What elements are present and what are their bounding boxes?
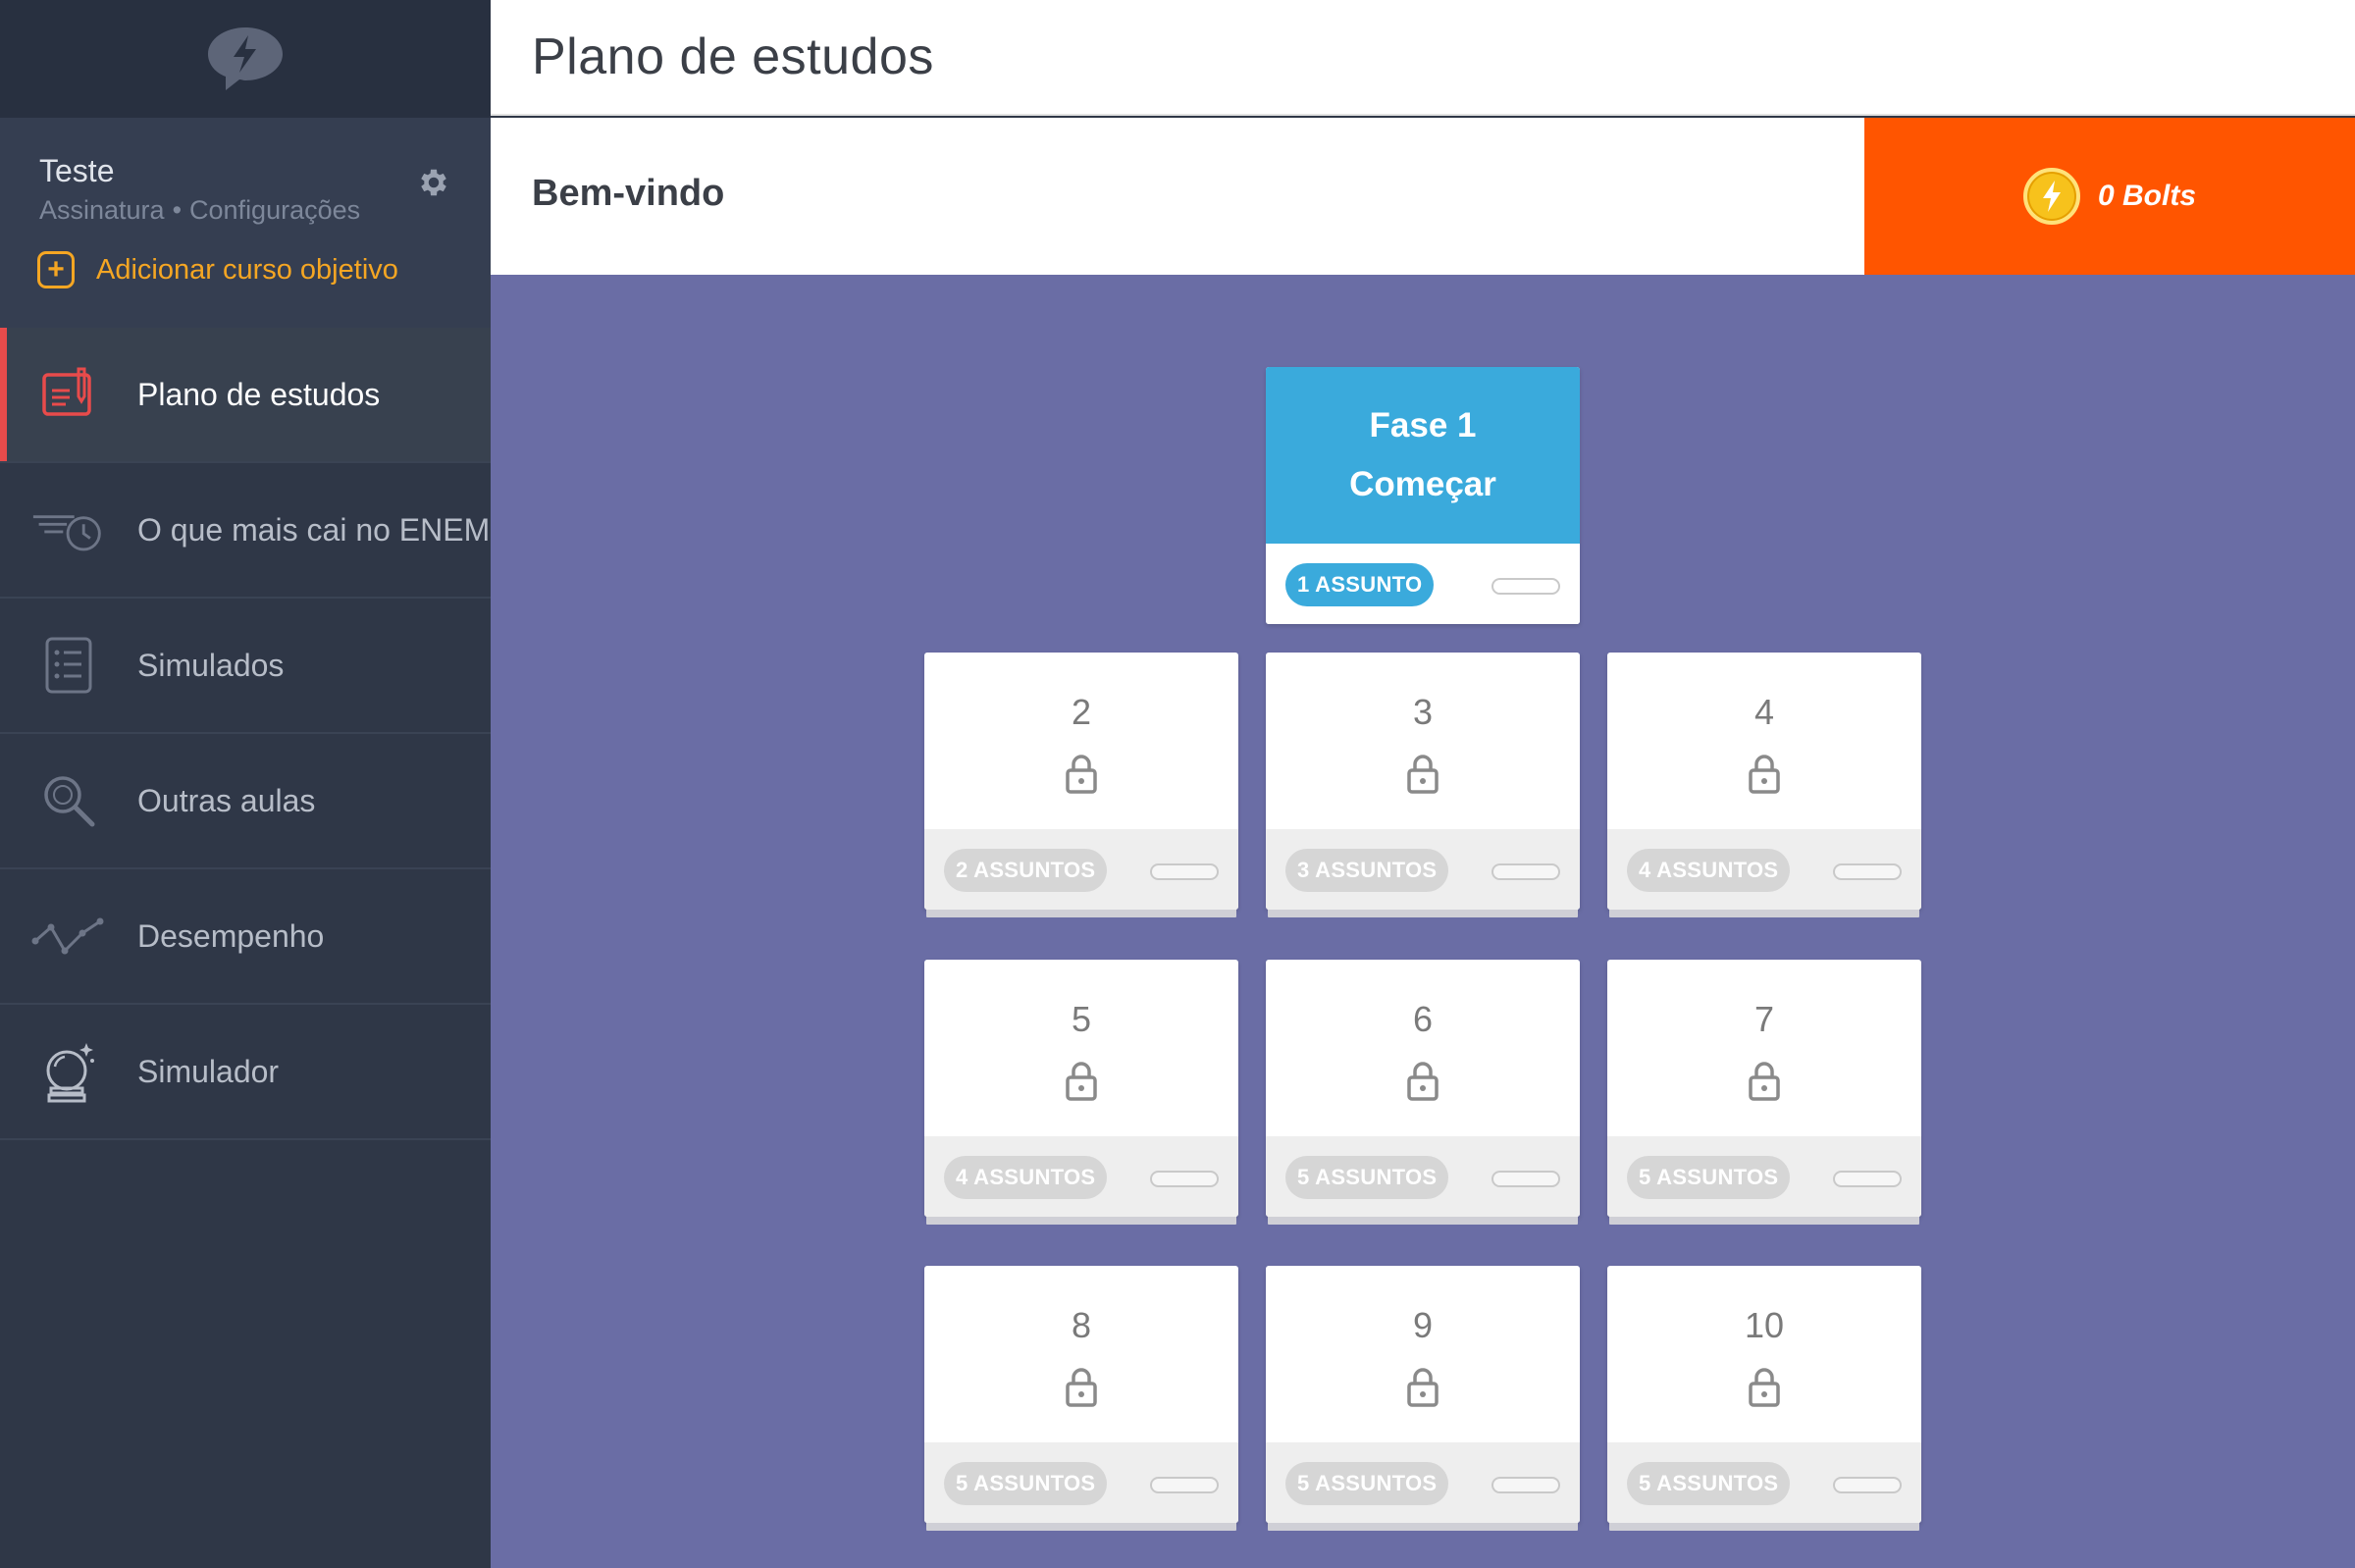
- add-course-label: Adicionar curso objetivo: [96, 253, 398, 286]
- lock-icon: [1407, 755, 1439, 794]
- phase-number: 6: [1412, 999, 1434, 1039]
- plus-icon: +: [37, 251, 75, 288]
- line-graph-icon: [31, 902, 106, 970]
- lock-icon: [1407, 1368, 1439, 1407]
- nav-label: Simulador: [137, 1054, 280, 1089]
- subjects-badge: 5 ASSUNTOS: [1285, 1156, 1449, 1199]
- progress-bar: [1492, 1171, 1560, 1187]
- subjects-badge: 5 ASSUNTOS: [944, 1462, 1108, 1505]
- gear-icon[interactable]: [416, 165, 451, 200]
- subjects-badge: 4 ASSUNTOS: [944, 1156, 1108, 1199]
- study-plan-board: Fase 1 Começar 1 ASSUNTO 2 2 ASSUNTOS 3 …: [491, 275, 2355, 1568]
- add-course-button[interactable]: + Adicionar curso objetivo: [37, 251, 398, 288]
- sidebar: Teste Assinatura • Configurações + Adicion…: [0, 0, 491, 1568]
- phase-card-9[interactable]: 9 5 ASSUNTOS: [1266, 1266, 1580, 1523]
- lock-icon: [1407, 1062, 1439, 1101]
- lock-icon: [1066, 1062, 1097, 1101]
- nav-label: Plano de estudos: [137, 377, 381, 412]
- phase-card-8[interactable]: 8 5 ASSUNTOS: [924, 1266, 1238, 1523]
- phase-card-7[interactable]: 7 5 ASSUNTOS: [1607, 960, 1921, 1217]
- subjects-badge: 3 ASSUNTOS: [1285, 849, 1449, 892]
- subjects-badge: 5 ASSUNTOS: [1627, 1462, 1791, 1505]
- nav-label: Desempenho: [137, 918, 325, 954]
- lock-icon: [1749, 1368, 1780, 1407]
- user-panel: Teste Assinatura • Configurações + Adicion…: [0, 118, 491, 328]
- nav-item-enem-topics[interactable]: O que mais cai no ENEM: [0, 463, 491, 599]
- nav-item-study-plan[interactable]: Plano de estudos: [0, 328, 491, 463]
- nav-item-other-classes[interactable]: Outras aulas: [0, 734, 491, 869]
- lock-icon: [1749, 1062, 1780, 1101]
- nav-label: O que mais cai no ENEM: [137, 512, 491, 548]
- subjects-badge: 5 ASSUNTOS: [1285, 1462, 1449, 1505]
- phase-number: 4: [1753, 692, 1775, 732]
- progress-bar: [1833, 863, 1902, 880]
- phase-card-5[interactable]: 5 4 ASSUNTOS: [924, 960, 1238, 1217]
- checklist-icon: [31, 631, 106, 700]
- page-title: Plano de estudos: [532, 28, 934, 85]
- phase-card-6[interactable]: 6 5 ASSUNTOS: [1266, 960, 1580, 1217]
- phase-number: 7: [1753, 999, 1775, 1039]
- crystal-ball-icon: [31, 1037, 106, 1106]
- phase-card-4[interactable]: 4 4 ASSUNTOS: [1607, 653, 1921, 910]
- phase-header: Fase 1 Começar: [1266, 367, 1580, 544]
- link-separator: •: [172, 195, 183, 225]
- phase-card-2[interactable]: 2 2 ASSUNTOS: [924, 653, 1238, 910]
- subjects-badge: 2 ASSUNTOS: [944, 849, 1108, 892]
- progress-bar: [1833, 1171, 1902, 1187]
- phase-number: 8: [1071, 1305, 1092, 1345]
- nav-label: Simulados: [137, 648, 285, 683]
- progress-bar: [1150, 1477, 1219, 1493]
- bolts-counter[interactable]: 0 Bolts: [1864, 118, 2355, 275]
- progress-bar: [1150, 863, 1219, 880]
- nav-item-performance[interactable]: Desempenho: [0, 869, 491, 1005]
- progress-bar: [1492, 578, 1560, 595]
- welcome-bar: Bem-vindo: [491, 118, 1864, 275]
- settings-link[interactable]: Configurações: [189, 195, 360, 225]
- phase-number: 3: [1412, 692, 1434, 732]
- study-plan-icon: [31, 360, 106, 429]
- nav-label: Outras aulas: [137, 783, 316, 818]
- progress-bar: [1150, 1171, 1219, 1187]
- progress-bar: [1492, 1477, 1560, 1493]
- lock-icon: [1066, 755, 1097, 794]
- app-logo-icon[interactable]: [203, 24, 288, 94]
- phase-footer: 1 ASSUNTO: [1266, 544, 1580, 624]
- sidebar-logo-area: [0, 0, 491, 118]
- start-label: Começar: [1349, 465, 1496, 503]
- phase-title: Fase 1: [1369, 406, 1477, 444]
- speed-clock-icon: [31, 496, 106, 564]
- progress-bar: [1492, 863, 1560, 880]
- lock-icon: [1749, 755, 1780, 794]
- phase-number: 10: [1744, 1305, 1785, 1345]
- welcome-heading: Bem-vindo: [532, 173, 725, 214]
- phase-card-1[interactable]: Fase 1 Começar 1 ASSUNTO: [1266, 367, 1580, 624]
- subscription-link[interactable]: Assinatura: [39, 195, 165, 225]
- top-header: Plano de estudos: [491, 0, 2355, 116]
- phase-number: 5: [1071, 999, 1092, 1039]
- bolts-label: 0 Bolts: [2097, 180, 2197, 212]
- magnifier-icon: [31, 766, 106, 835]
- nav-item-mock-exams[interactable]: Simulados: [0, 599, 491, 734]
- phase-card-3[interactable]: 3 3 ASSUNTOS: [1266, 653, 1580, 910]
- phase-number: 9: [1412, 1305, 1434, 1345]
- phase-number: 2: [1071, 692, 1092, 732]
- subjects-badge: 4 ASSUNTOS: [1627, 849, 1791, 892]
- subjects-badge: 1 ASSUNTO: [1285, 563, 1435, 606]
- lock-icon: [1066, 1368, 1097, 1407]
- subjects-badge: 5 ASSUNTOS: [1627, 1156, 1791, 1199]
- nav-item-simulator[interactable]: Simulador: [0, 1005, 491, 1140]
- phase-card-10[interactable]: 10 5 ASSUNTOS: [1607, 1266, 1921, 1523]
- progress-bar: [1833, 1477, 1902, 1493]
- bolt-coin-icon: [2022, 168, 2080, 225]
